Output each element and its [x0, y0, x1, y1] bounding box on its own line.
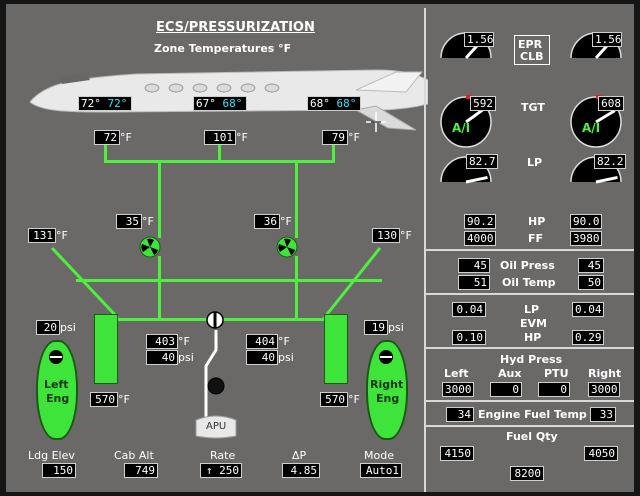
mode-value: Auto1	[360, 463, 402, 478]
right-manifold-temp: 404	[246, 334, 278, 349]
left-fuel-qty: 4150	[440, 446, 474, 461]
right-oil-press: 45	[578, 258, 604, 273]
left-precooler	[94, 314, 118, 384]
hyd-left-value: 3000	[442, 382, 474, 397]
evm-hp-label: HP	[524, 331, 542, 344]
left-engine-bleed-temp: 570	[90, 392, 118, 407]
hyd-right-label: Right	[588, 367, 622, 380]
left-manifold-psi: 40	[146, 350, 178, 365]
right-ai-indicator: A/I	[582, 121, 601, 135]
hyd-aux-value: 0	[490, 382, 522, 397]
left-oil-press: 45	[458, 258, 490, 273]
left-evm-lp: 0.04	[452, 302, 486, 317]
right-engine-bleed-temp: 570	[320, 392, 348, 407]
left-bleed-temp: 131	[28, 228, 56, 243]
cab-alt-label: Cab Alt	[114, 449, 154, 462]
evm-label: EVM	[520, 317, 547, 330]
left-hp-value: 90.2	[464, 214, 496, 229]
ldg-elev-value: 150	[42, 463, 76, 478]
right-hp-value: 90.0	[570, 214, 602, 229]
divider-1	[426, 249, 634, 251]
right-tgt-value: 608	[598, 96, 624, 111]
hyd-ptu-label: PTU	[544, 367, 569, 380]
hp-label: HP	[528, 215, 546, 228]
lp-label: LP	[527, 156, 543, 169]
ldg-elev-label: Ldg Elev	[28, 449, 75, 462]
zone-3-duct-temp: 79	[322, 130, 348, 145]
divider-2	[426, 293, 634, 295]
mode-label: Mode	[364, 449, 394, 462]
hyd-left-label: Left	[444, 367, 469, 380]
right-evm-hp: 0.29	[572, 330, 604, 345]
rate-label: Rate	[210, 449, 236, 462]
left-oil-temp: 51	[458, 275, 490, 290]
hyd-aux-label: Aux	[498, 367, 522, 380]
divider-5	[426, 425, 634, 427]
fuel-temp-label: Engine Fuel Temp	[478, 408, 587, 421]
divider-3	[426, 347, 634, 349]
total-fuel-qty: 8200	[510, 466, 544, 481]
left-evm-hp: 0.10	[452, 330, 486, 345]
ff-label: FF	[528, 232, 544, 245]
left-bleed-psi: 20	[36, 320, 60, 335]
right-fuel-temp: 33	[590, 407, 616, 422]
left-manifold-temp: 403	[146, 334, 178, 349]
left-engine-bleed-valve-icon	[49, 350, 63, 364]
hyd-right-value: 3000	[588, 382, 620, 397]
delta-p-value: 4.85	[282, 463, 320, 478]
apu-valve-icon	[207, 377, 225, 395]
left-pack-temp: 35	[116, 214, 142, 229]
right-oil-temp: 50	[578, 275, 604, 290]
right-epr-value: 1.56	[592, 32, 622, 47]
tgt-label: TGT	[521, 101, 545, 114]
oil-press-label: Oil Press	[500, 259, 555, 272]
right-manifold-psi: 40	[246, 350, 278, 365]
right-precooler	[324, 314, 348, 384]
zone-1-duct-temp: 72	[94, 130, 120, 145]
left-fuel-temp: 34	[446, 407, 474, 422]
left-epr-value: 1.56	[464, 32, 494, 47]
left-tgt-value: 592	[470, 96, 496, 111]
hyd-press-title: Hyd Press	[500, 353, 563, 366]
divider-4	[426, 400, 634, 402]
right-fuel-qty: 4050	[584, 446, 618, 461]
right-pack-fan-icon	[276, 236, 298, 258]
cab-alt-value: 749	[124, 463, 158, 478]
apu-label: APU	[206, 421, 227, 432]
right-evm-lp: 0.04	[572, 302, 604, 317]
epr-mode-frame	[514, 35, 550, 65]
left-lp-value: 82.7	[466, 154, 498, 169]
delta-p-label: ΔP	[292, 449, 307, 462]
rate-value: ↑ 250	[200, 463, 242, 478]
isolation-valve-icon	[206, 311, 224, 329]
left-pack-fan-icon	[139, 236, 161, 258]
hyd-ptu-value: 0	[538, 382, 570, 397]
right-engine-bleed-valve-icon	[379, 350, 393, 364]
ecs-display: ECS/PRESSURIZATION Zone Temperatures °F …	[6, 4, 634, 492]
evm-lp-label: LP	[524, 303, 540, 316]
right-pack-temp: 36	[254, 214, 280, 229]
left-ff-value: 4000	[464, 231, 496, 246]
left-ai-indicator: A/I	[452, 121, 471, 135]
apu-bleed-line	[204, 330, 218, 420]
oil-temp-label: Oil Temp	[502, 276, 556, 289]
zone-2-duct-temp: 101	[204, 130, 236, 145]
right-bleed-psi: 19	[364, 320, 388, 335]
right-bleed-temp: 130	[372, 228, 400, 243]
fuel-qty-label: Fuel Qty	[506, 430, 558, 443]
right-lp-value: 82.2	[594, 154, 626, 169]
right-ff-value: 3980	[570, 231, 602, 246]
